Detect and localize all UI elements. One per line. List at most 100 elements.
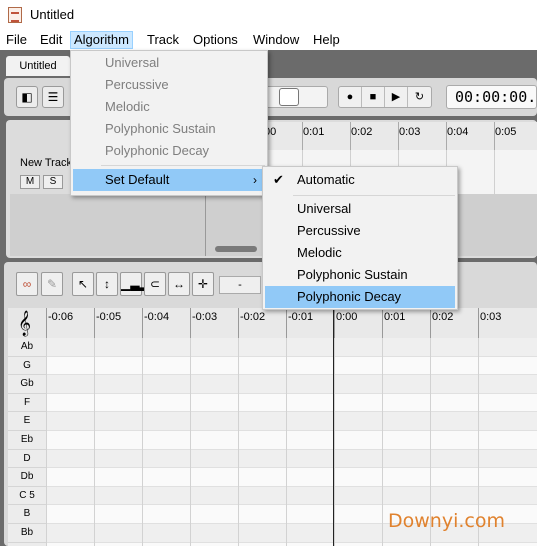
- time-display: 00:00:00.0: [446, 85, 537, 109]
- menu-help[interactable]: Help: [310, 31, 343, 49]
- default-automatic[interactable]: ✔ Automatic: [265, 169, 455, 191]
- editor-value-field[interactable]: -: [219, 276, 261, 294]
- default-polyphonic-sustain[interactable]: Polyphonic Sustain: [265, 264, 455, 286]
- menu-separator: [293, 195, 455, 196]
- play-icon[interactable]: ▶: [385, 87, 408, 107]
- menu-options[interactable]: Options: [190, 31, 241, 49]
- piano-key[interactable]: Ab: [8, 338, 46, 357]
- ruler-label: 0:02: [432, 311, 454, 323]
- pitch-tool-icon[interactable]: ↕: [96, 272, 118, 296]
- playhead[interactable]: [333, 308, 334, 546]
- ruler-tick: [94, 308, 95, 338]
- ruler-label: -0:01: [288, 311, 314, 323]
- stop-icon[interactable]: ■: [362, 87, 385, 107]
- ruler-label: 0:04: [447, 126, 469, 138]
- grid-line: [46, 338, 47, 546]
- piano-key[interactable]: G: [8, 357, 46, 376]
- piano-key[interactable]: E: [8, 412, 46, 431]
- ruler-tick: [142, 308, 143, 338]
- divider: [205, 194, 206, 256]
- ruler-label: -0:03: [192, 311, 218, 323]
- set-default-label: Set Default: [105, 172, 170, 187]
- ruler-label: 0:01: [303, 126, 325, 138]
- ruler-label: 0:03: [399, 126, 421, 138]
- piano-key[interactable]: Db: [8, 468, 46, 487]
- link-icon[interactable]: ∞: [16, 272, 38, 296]
- menu-separator: [101, 165, 265, 166]
- note-row: [46, 449, 537, 469]
- ruler-tick: [46, 308, 47, 338]
- grid-line: [286, 338, 287, 546]
- menu-algorithm[interactable]: Algorithm: [70, 31, 133, 49]
- track-ruler: 00 0:01 0:02 0:03 0:04 0:05: [260, 122, 537, 150]
- ruler-tick: [190, 308, 191, 338]
- menu-edit[interactable]: Edit: [37, 31, 65, 49]
- ruler-tick: [286, 308, 287, 338]
- shape-tool-icon[interactable]: ⊂: [144, 272, 166, 296]
- default-melodic[interactable]: Melodic: [265, 242, 455, 264]
- document-tab[interactable]: Untitled: [6, 56, 70, 76]
- menu-window[interactable]: Window: [250, 31, 302, 49]
- solo-button[interactable]: S: [43, 175, 63, 189]
- set-default-item[interactable]: Set Default ›: [73, 169, 265, 191]
- default-percussive[interactable]: Percussive: [265, 220, 455, 242]
- algo-universal[interactable]: Universal: [73, 52, 265, 74]
- transport-controls: ● ■ ▶ ↻: [338, 86, 432, 108]
- record-icon[interactable]: ●: [339, 87, 362, 107]
- check-icon: ✔: [273, 172, 284, 187]
- wrench-icon[interactable]: ✎: [41, 272, 63, 296]
- menu-file[interactable]: File: [3, 31, 30, 49]
- ruler-tick: [382, 308, 383, 338]
- note-row: [46, 468, 537, 487]
- level-tool-icon[interactable]: ▁▃▂: [120, 272, 149, 296]
- menu-track[interactable]: Track: [144, 31, 182, 49]
- mixer-icon[interactable]: ☰: [42, 86, 64, 108]
- piano-key[interactable]: Gb: [8, 375, 46, 394]
- window-title: Untitled: [30, 7, 75, 22]
- note-row: [46, 338, 537, 357]
- editor-ruler: -0:06 -0:05 -0:04 -0:03 -0:02 -0:01 0:00 0:01 0:…: [46, 308, 537, 338]
- algorithm-menu: Universal Percussive Melodic Polyphonic …: [70, 50, 268, 196]
- title-bar: [0, 0, 537, 30]
- pointer-tool-icon[interactable]: ↖: [72, 272, 94, 296]
- default-universal[interactable]: Universal: [265, 198, 455, 220]
- zoom-slider-knob[interactable]: [279, 88, 299, 106]
- automatic-label: Automatic: [297, 172, 355, 187]
- ruler-label: -0:04: [144, 311, 170, 323]
- algo-polyphonic-sustain[interactable]: Polyphonic Sustain: [73, 118, 265, 140]
- default-polyphonic-decay[interactable]: Polyphonic Decay: [265, 286, 455, 308]
- note-row: [46, 394, 537, 413]
- piano-key[interactable]: B: [8, 505, 46, 524]
- track-name[interactable]: New Track: [20, 157, 72, 169]
- set-default-submenu: ✔ Automatic Universal Percussive Melodic…: [262, 166, 458, 310]
- note-row: [46, 357, 537, 376]
- piano-key[interactable]: D: [8, 450, 46, 469]
- grid-line: [494, 150, 495, 194]
- ruler-label: 0:03: [480, 311, 502, 323]
- ruler-label: -0:06: [48, 311, 74, 323]
- app-icon: [8, 7, 22, 23]
- loop-icon[interactable]: ↻: [408, 87, 431, 107]
- algo-percussive[interactable]: Percussive: [73, 74, 265, 96]
- grid-line: [238, 338, 239, 546]
- menu-bar: File Edit Algorithm Track Options Window…: [0, 30, 537, 50]
- ruler-tick: [430, 308, 431, 338]
- note-row: [46, 486, 537, 506]
- panel-toggle-icon[interactable]: ◧: [16, 86, 38, 108]
- split-tool-icon[interactable]: ✛: [192, 272, 214, 296]
- ruler-tick: [238, 308, 239, 338]
- mute-button[interactable]: M: [20, 175, 40, 189]
- grid-line: [334, 338, 335, 546]
- clef-icon[interactable]: 𝄞: [8, 308, 46, 338]
- piano-key[interactable]: C 5: [8, 487, 46, 506]
- horizontal-scrollbar[interactable]: [215, 246, 257, 252]
- stretch-tool-icon[interactable]: ↔: [168, 272, 190, 296]
- note-row: [46, 431, 537, 450]
- piano-key[interactable]: F: [8, 394, 46, 413]
- piano-key[interactable]: Eb: [8, 431, 46, 450]
- note-row: [46, 412, 537, 431]
- piano-key[interactable]: Bb: [8, 524, 46, 543]
- algo-melodic[interactable]: Melodic: [73, 96, 265, 118]
- algo-polyphonic-decay[interactable]: Polyphonic Decay: [73, 140, 265, 162]
- ruler-label: -0:05: [96, 311, 122, 323]
